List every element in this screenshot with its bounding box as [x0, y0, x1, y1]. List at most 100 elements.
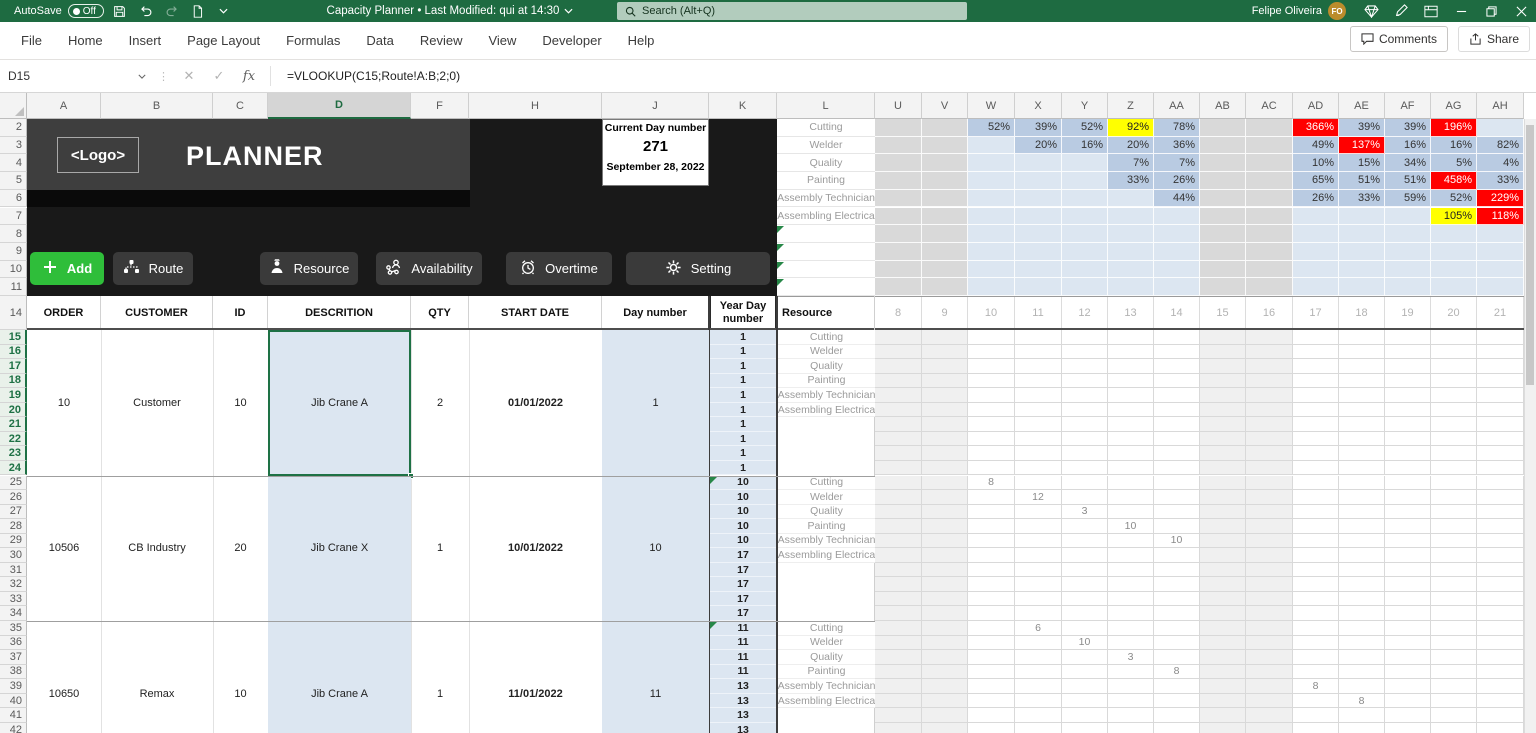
capacity-cell-W[interactable] — [968, 208, 1015, 226]
grid-cell[interactable] — [1477, 577, 1524, 592]
formula-bar-grip[interactable]: ⋮ — [158, 70, 170, 83]
grid-cell[interactable] — [1339, 519, 1385, 534]
print-preview-icon[interactable] — [188, 2, 208, 20]
grid-cell[interactable] — [1477, 403, 1524, 418]
grid-cell[interactable] — [1200, 432, 1246, 447]
capacity-cell-AA[interactable] — [1154, 261, 1200, 279]
grid-cell[interactable] — [1154, 345, 1200, 360]
grid-cell[interactable] — [1154, 388, 1200, 403]
grid-cell[interactable] — [1339, 403, 1385, 418]
grid-cell[interactable] — [1385, 592, 1431, 607]
grid-cell[interactable] — [922, 563, 968, 578]
capacity-cell-AC[interactable] — [1246, 225, 1293, 243]
grid-cell[interactable] — [1477, 606, 1524, 621]
grid-cell[interactable] — [1246, 577, 1293, 592]
capacity-cell-AF[interactable]: 16% — [1385, 137, 1431, 155]
grid-cell[interactable] — [1015, 476, 1062, 491]
grid-cell[interactable] — [922, 694, 968, 709]
capacity-cell-AG[interactable]: 52% — [1431, 190, 1477, 208]
grid-cell[interactable] — [1385, 548, 1431, 563]
column-header-C[interactable]: C — [213, 93, 268, 119]
year-day-cell[interactable]: 1 — [710, 374, 776, 389]
year-day-cell[interactable]: 13 — [710, 694, 776, 709]
customer-cell[interactable]: Remax — [101, 621, 213, 733]
capacity-cell-AD[interactable] — [1293, 261, 1339, 279]
grid-cell[interactable] — [1385, 606, 1431, 621]
grid-cell[interactable] — [1015, 723, 1062, 733]
grid-cell[interactable] — [1200, 665, 1246, 680]
capacity-cell-U[interactable] — [875, 261, 922, 279]
grid-cell[interactable] — [1293, 345, 1339, 360]
column-header-Z[interactable]: Z — [1108, 93, 1154, 119]
grid-cell[interactable] — [922, 708, 968, 723]
grid-cell[interactable] — [1246, 417, 1293, 432]
capacity-cell-Z[interactable]: 7% — [1108, 154, 1154, 172]
resource-row-label[interactable]: Cutting — [777, 119, 875, 137]
grid-cell[interactable] — [968, 534, 1015, 549]
id-cell[interactable]: 20 — [213, 476, 268, 622]
grid-cell[interactable] — [922, 679, 968, 694]
grid-cell[interactable] — [1477, 621, 1524, 636]
grid-cell[interactable] — [1385, 519, 1431, 534]
tab-help[interactable]: Help — [615, 22, 668, 60]
capacity-cell-Z[interactable] — [1108, 208, 1154, 226]
row-header-24[interactable]: 24 — [0, 461, 27, 476]
resource-cell[interactable]: Cutting — [778, 621, 875, 636]
grid-cell[interactable] — [1200, 606, 1246, 621]
resource-cell[interactable]: Painting — [778, 665, 875, 680]
grid-cell[interactable] — [1108, 374, 1154, 389]
grid-cell[interactable] — [1385, 577, 1431, 592]
grid-cell[interactable] — [1339, 548, 1385, 563]
grid-cell[interactable] — [1154, 606, 1200, 621]
grid-cell[interactable] — [1108, 417, 1154, 432]
grid-cell[interactable] — [922, 330, 968, 345]
grid-cell[interactable] — [922, 417, 968, 432]
grid-cell[interactable] — [1385, 708, 1431, 723]
grid-cell[interactable] — [922, 505, 968, 520]
grid-cell[interactable] — [1339, 330, 1385, 345]
grid-cell[interactable] — [968, 548, 1015, 563]
grid-cell[interactable] — [1108, 388, 1154, 403]
capacity-cell-W[interactable] — [968, 278, 1015, 296]
row-header-42[interactable]: 42 — [0, 723, 27, 733]
capacity-cell-AB[interactable] — [1200, 208, 1246, 226]
table-header-order[interactable]: ORDER — [27, 296, 101, 330]
grid-cell[interactable] — [1339, 345, 1385, 360]
year-day-cell[interactable]: 10 — [710, 476, 776, 491]
grid-cell[interactable] — [1246, 403, 1293, 418]
grid-cell[interactable] — [1385, 359, 1431, 374]
grid-cell[interactable] — [1477, 432, 1524, 447]
grid-cell[interactable] — [1477, 461, 1524, 476]
grid-cell[interactable] — [1015, 665, 1062, 680]
grid-cell[interactable] — [922, 548, 968, 563]
capacity-cell-AG[interactable]: 196% — [1431, 119, 1477, 137]
undo-icon[interactable] — [136, 2, 156, 20]
grid-cell[interactable] — [1339, 432, 1385, 447]
capacity-cell-AH[interactable]: 33% — [1477, 172, 1524, 190]
capacity-cell-AB[interactable] — [1200, 137, 1246, 155]
capacity-cell-AC[interactable] — [1246, 119, 1293, 137]
grid-cell[interactable] — [1200, 548, 1246, 563]
year-day-cell[interactable]: 11 — [710, 665, 776, 680]
ink-pencil-icon[interactable] — [1386, 0, 1416, 22]
grid-cell[interactable] — [1385, 345, 1431, 360]
resource-row-label[interactable] — [777, 278, 875, 296]
year-day-cell[interactable]: 17 — [710, 606, 776, 621]
grid-cell[interactable] — [1431, 636, 1477, 651]
workload-cell[interactable]: 12 — [1015, 490, 1062, 505]
grid-cell[interactable] — [1246, 505, 1293, 520]
workload-cell[interactable]: 10 — [1154, 534, 1200, 549]
grid-cell[interactable] — [1246, 461, 1293, 476]
grid-cell[interactable] — [1015, 563, 1062, 578]
resource-row-label[interactable]: Assembly Technician — [777, 190, 875, 208]
grid-cell[interactable] — [1477, 679, 1524, 694]
table-header-year-day-number[interactable]: Year Day number — [709, 296, 777, 330]
grid-cell[interactable] — [922, 650, 968, 665]
grid-cell[interactable] — [1339, 359, 1385, 374]
grid-cell[interactable] — [1385, 388, 1431, 403]
row-header-34[interactable]: 34 — [0, 606, 27, 621]
grid-cell[interactable] — [875, 330, 922, 345]
row-header-7[interactable]: 7 — [0, 208, 27, 226]
capacity-cell-Y[interactable] — [1062, 190, 1108, 208]
grid-cell[interactable] — [1293, 490, 1339, 505]
